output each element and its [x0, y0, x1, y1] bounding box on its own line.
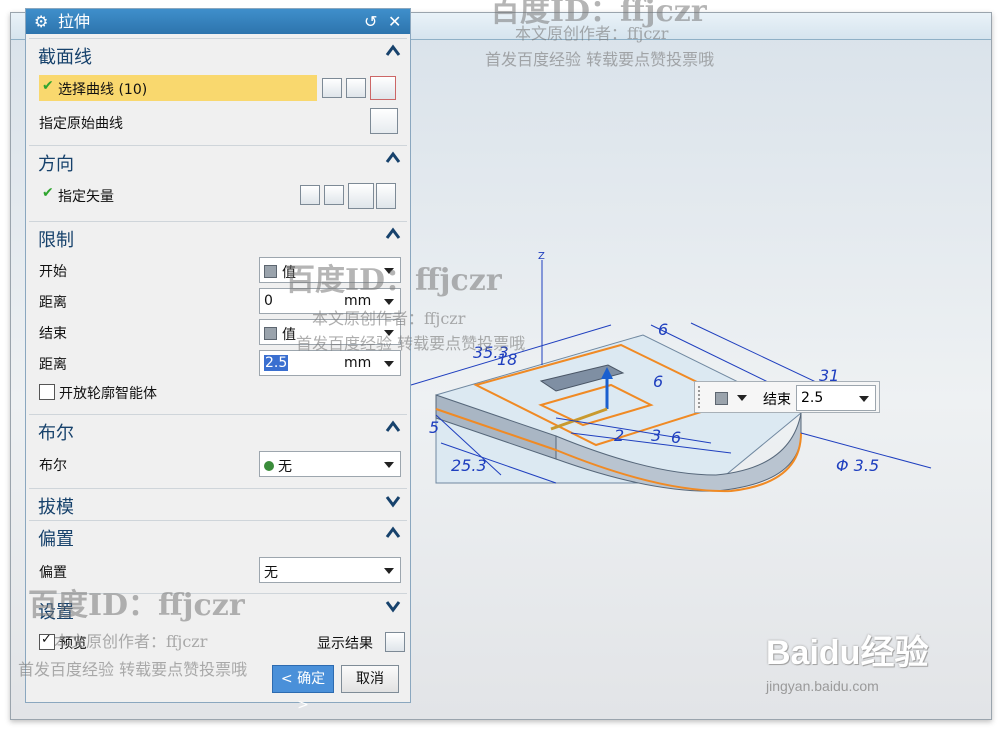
- chevron-down-icon[interactable]: [385, 598, 401, 614]
- start-label: 开始: [39, 264, 67, 280]
- end-distance-label: 距离: [39, 357, 67, 373]
- watermark-id-bottom: 百度ID：ffjczr: [28, 588, 245, 623]
- group-limits[interactable]: 限制: [29, 221, 407, 252]
- watermark-slogan-middle: 首发百度经验 转载要点赞投票哦: [296, 334, 526, 353]
- boolean-select[interactable]: 无: [259, 451, 401, 477]
- vector-type-icon[interactable]: [348, 183, 374, 209]
- start-distance-label: 距离: [39, 295, 67, 311]
- draw-section-icon[interactable]: [370, 76, 396, 100]
- chevron-down-icon[interactable]: [859, 396, 869, 402]
- dim-6-top: 6: [658, 320, 668, 339]
- check-icon: ✔: [42, 185, 54, 201]
- cancel-button[interactable]: 取消: [341, 665, 399, 693]
- watermark-id-middle: 百度ID：ffjczr: [285, 263, 502, 298]
- cube-icon: [264, 327, 277, 340]
- offset-select[interactable]: 无: [259, 557, 401, 583]
- end-value-field[interactable]: 2.5: [796, 385, 876, 411]
- vector-dialog-icon[interactable]: [324, 185, 344, 205]
- boolean-row: 布尔 无: [29, 450, 407, 478]
- dialog-title: 拉伸: [58, 12, 91, 31]
- open-profile-checkbox[interactable]: [39, 384, 55, 400]
- cube-icon[interactable]: [715, 392, 728, 405]
- group-offset[interactable]: 偏置: [29, 520, 407, 551]
- watermark-author-middle: 本文原创作者：ffjczr: [312, 309, 466, 328]
- boolean-value: 无: [278, 459, 292, 475]
- group-draft[interactable]: 拔模: [29, 488, 407, 519]
- ok-button[interactable]: < 确定 >: [272, 665, 334, 713]
- select-curve-highlight[interactable]: ✔ 选择曲线 (10): [39, 75, 317, 101]
- cube-icon: [264, 265, 277, 278]
- brand-text: Baidu经验: [766, 634, 929, 672]
- dim-25-3: 25.3: [451, 456, 487, 475]
- value-type-dropdown-arrow[interactable]: [737, 395, 747, 401]
- vector-type-dropdown[interactable]: [376, 183, 396, 209]
- dim-diameter: Φ 3.5: [836, 456, 879, 475]
- group-title: 限制: [38, 230, 74, 251]
- select-curve-row[interactable]: ✔ 选择曲线 (10): [29, 74, 407, 102]
- end-distance-float-toolbar: 结束 2.5: [694, 381, 880, 413]
- offset-label: 偏置: [39, 565, 67, 581]
- boolean-none-icon: [264, 461, 274, 471]
- group-title: 拔模: [38, 497, 74, 518]
- watermark-author-bottom: 本文原创作者：ffjczr: [54, 632, 208, 651]
- chevron-up-icon[interactable]: [385, 226, 401, 242]
- dim-6-bottom: 6: [671, 428, 681, 447]
- dim-3: 3: [651, 426, 661, 445]
- chevron-up-icon[interactable]: [385, 419, 401, 435]
- group-boolean[interactable]: 布尔: [29, 414, 407, 445]
- specify-vector-row[interactable]: ✔ 指定矢量: [29, 181, 407, 209]
- start-distance-value: 0: [264, 293, 273, 309]
- watermark-slogan-top: 首发百度经验 转载要点赞投票哦: [485, 50, 715, 69]
- group-direction[interactable]: 方向: [29, 145, 407, 176]
- gear-icon[interactable]: ⚙: [34, 9, 48, 34]
- show-result-label: 显示结果: [317, 636, 373, 652]
- grip-handle[interactable]: [698, 386, 704, 408]
- dim-6-mid: 6: [653, 372, 663, 391]
- close-icon[interactable]: ✕: [388, 9, 401, 34]
- check-icon: ✔: [42, 78, 54, 94]
- group-title: 方向: [38, 154, 74, 175]
- watermark-author-top: 本文原创作者：ffjczr: [515, 24, 669, 43]
- checkmark-icon: ✓: [41, 632, 52, 647]
- specify-original-row[interactable]: 指定原始曲线: [29, 108, 407, 136]
- dim-2: 2: [614, 426, 624, 445]
- group-title: 偏置: [38, 529, 74, 550]
- open-profile-row[interactable]: 开放轮廓智能体: [29, 379, 407, 407]
- chevron-down-icon[interactable]: [384, 361, 394, 367]
- boolean-label: 布尔: [39, 458, 67, 474]
- original-curve-icon[interactable]: [370, 108, 398, 134]
- chevron-up-icon[interactable]: [385, 43, 401, 59]
- select-curve-label: 选择曲线 (10): [58, 82, 148, 98]
- end-type-value: 值: [282, 327, 296, 343]
- end-value-text: 2.5: [801, 390, 824, 406]
- end-label: 结束: [763, 392, 791, 408]
- chevron-up-icon[interactable]: [385, 525, 401, 541]
- baidu-jingyan-logo: Baidu经验 jingyan.baidu.com: [766, 625, 928, 694]
- chevron-down-icon[interactable]: [384, 568, 394, 574]
- specify-vector-label: 指定矢量: [58, 189, 114, 205]
- offset-value: 无: [264, 565, 278, 581]
- end-distance-value: 2.5: [264, 355, 289, 371]
- open-profile-label: 开放轮廓智能体: [59, 386, 157, 402]
- dim-5: 5: [429, 418, 439, 437]
- axis-label: Z: [538, 251, 545, 262]
- search-icon[interactable]: [385, 632, 405, 652]
- brand-url: jingyan.baidu.com: [766, 678, 879, 694]
- chevron-down-icon[interactable]: [385, 493, 401, 509]
- end-unit: mm: [344, 355, 372, 371]
- chevron-up-icon[interactable]: [385, 150, 401, 166]
- sketch-icon[interactable]: [346, 78, 366, 98]
- group-section-curve[interactable]: 截面线: [29, 38, 407, 69]
- group-title: 截面线: [38, 47, 92, 68]
- group-title: 布尔: [38, 423, 74, 444]
- reverse-direction-icon[interactable]: [300, 185, 320, 205]
- reset-icon[interactable]: ↺: [364, 9, 377, 34]
- chevron-down-icon[interactable]: [384, 462, 394, 468]
- specify-original-label: 指定原始曲线: [39, 116, 123, 132]
- curve-rule-icon[interactable]: [322, 78, 342, 98]
- end-label: 结束: [39, 326, 67, 342]
- preview-checkbox[interactable]: ✓: [39, 632, 55, 650]
- watermark-slogan-bottom: 首发百度经验 转载要点赞投票哦: [18, 660, 248, 679]
- dialog-title-bar[interactable]: ⚙ 拉伸 ↺ ✕: [26, 9, 410, 34]
